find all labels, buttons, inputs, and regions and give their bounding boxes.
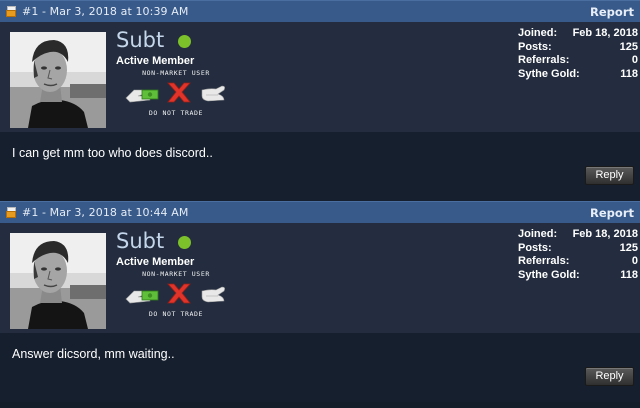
rank-badge: NON-MARKET USER DO NOT TRADE [124,69,228,127]
rank-icons [125,283,225,304]
stat-referrals: Referrals: 0 [518,54,638,66]
reply-button[interactable]: Reply [585,166,634,185]
rank-top-label: NON-MARKET USER [142,69,210,77]
rank-bottom-label: DO NOT TRADE [148,109,204,117]
username[interactable]: Subt [116,229,164,253]
report-link[interactable]: Report [590,5,634,19]
user-info: Subt Active Member NON-MARKET USER DO NO [0,22,640,132]
stat-sythe-gold: Sythe Gold: 118 [518,67,638,80]
stat-sythe-gold: Sythe Gold: 118 [518,268,638,281]
open-hand-icon [201,85,225,102]
stat-joined: Joined: Feb 18, 2018 [518,27,638,39]
message-body: Answer dicsord, mm waiting.. Reply [0,333,640,402]
online-indicator-icon [178,35,191,48]
post: #1 - Mar 3, 2018 at 10:44 AM Report Subt [0,201,640,402]
user-title: Active Member [116,256,195,268]
rank-icons [125,82,225,103]
rank-badge: NON-MARKET USER DO NOT TRADE [124,270,228,328]
stat-posts: Posts: 125 [518,241,638,254]
message-text: I can get mm too who does discord.. [12,146,213,160]
user-title: Active Member [116,55,195,67]
user-stats: Joined: Feb 18, 2018 Posts: 125 Referrals:… [518,228,638,282]
post-meta[interactable]: #1 - Mar 3, 2018 at 10:39 AM [22,5,590,18]
message-body: I can get mm too who does discord.. Repl… [0,132,640,201]
post-meta[interactable]: #1 - Mar 3, 2018 at 10:44 AM [22,206,590,219]
stat-joined: Joined: Feb 18, 2018 [518,228,638,240]
username[interactable]: Subt [116,28,164,52]
user-info: Subt Active Member NON-MARKET USER DO NO [0,223,640,333]
user-stats: Joined: Feb 18, 2018 Posts: 125 Referrals:… [518,27,638,81]
post-header: #1 - Mar 3, 2018 at 10:39 AM Report [0,0,640,22]
post-header: #1 - Mar 3, 2018 at 10:44 AM Report [0,201,640,223]
avatar[interactable] [10,233,106,329]
reply-button[interactable]: Reply [585,367,634,386]
post-icon [6,207,16,218]
money-hand-icon [125,89,159,103]
money-hand-icon [125,290,159,304]
stat-referrals: Referrals: 0 [518,255,638,267]
no-trade-x-icon [167,283,191,304]
rank-bottom-label: DO NOT TRADE [148,310,204,318]
no-trade-x-icon [167,82,191,103]
report-link[interactable]: Report [590,206,634,220]
message-text: Answer dicsord, mm waiting.. [12,347,175,361]
avatar[interactable] [10,32,106,128]
online-indicator-icon [178,236,191,249]
open-hand-icon [201,286,225,303]
post: #1 - Mar 3, 2018 at 10:39 AM Report Subt [0,0,640,201]
rank-top-label: NON-MARKET USER [142,270,210,278]
post-icon [6,6,16,17]
stat-posts: Posts: 125 [518,40,638,53]
